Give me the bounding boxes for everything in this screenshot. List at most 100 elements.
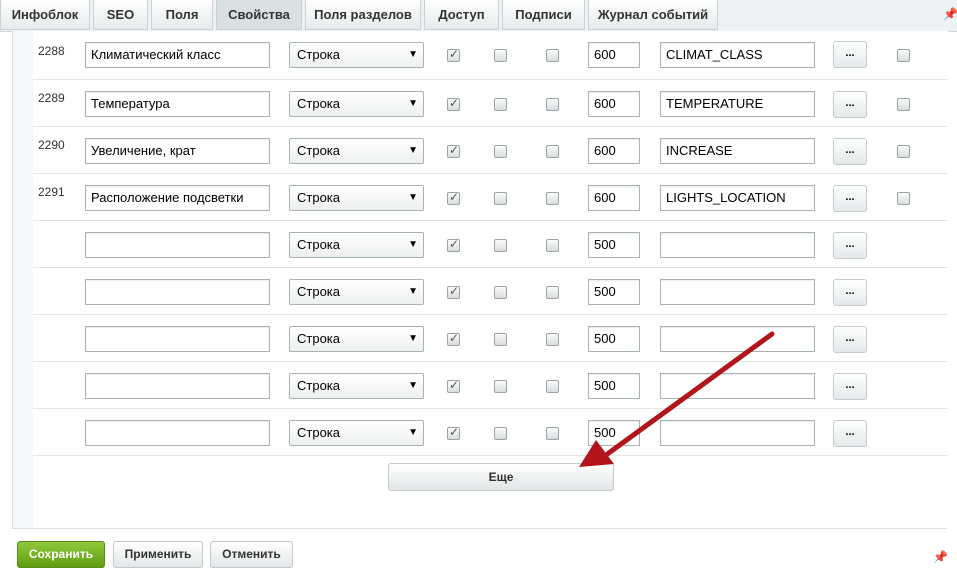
- more-settings-button[interactable]: ...: [833, 232, 867, 259]
- tab-properties[interactable]: Свойства: [216, 0, 302, 30]
- property-name-input[interactable]: [85, 420, 270, 446]
- sort-input[interactable]: 500: [588, 420, 640, 446]
- pin-icon[interactable]: 📌: [933, 550, 948, 564]
- code-input[interactable]: [660, 420, 815, 446]
- delete-checkbox[interactable]: [897, 192, 910, 205]
- dropdown-arrow-icon: ▼: [408, 286, 418, 297]
- multiple-checkbox[interactable]: [494, 49, 507, 62]
- multiple-checkbox[interactable]: [494, 333, 507, 346]
- property-type-select[interactable]: Строка ▼: [289, 185, 424, 211]
- more-settings-button[interactable]: ...: [833, 420, 867, 447]
- multiple-checkbox[interactable]: [494, 427, 507, 440]
- more-settings-button[interactable]: ...: [833, 91, 867, 118]
- more-settings-button[interactable]: ...: [833, 185, 867, 212]
- multiple-checkbox[interactable]: [494, 98, 507, 111]
- multiple-checkbox[interactable]: [494, 192, 507, 205]
- property-name-input[interactable]: Расположение подсветки: [85, 185, 270, 211]
- active-checkbox[interactable]: [447, 378, 460, 393]
- code-input[interactable]: [660, 373, 815, 399]
- dropdown-arrow-icon: ▼: [408, 192, 418, 203]
- required-checkbox[interactable]: [546, 427, 559, 440]
- tab-infoblock[interactable]: Инфоблок: [0, 0, 90, 30]
- property-id: 2290: [38, 138, 65, 152]
- sort-input[interactable]: 600: [588, 138, 640, 164]
- delete-checkbox[interactable]: [897, 98, 910, 111]
- property-type-value: Строка: [297, 284, 341, 299]
- property-name-input[interactable]: Климатический класс: [85, 42, 270, 68]
- property-type-select[interactable]: Строка ▼: [289, 279, 424, 305]
- active-checkbox[interactable]: [447, 96, 460, 111]
- code-input[interactable]: LIGHTS_LOCATION: [660, 185, 815, 211]
- required-checkbox[interactable]: [546, 192, 559, 205]
- tab-event-log[interactable]: Журнал событий: [588, 0, 718, 30]
- active-checkbox[interactable]: [447, 284, 460, 299]
- active-checkbox[interactable]: [447, 47, 460, 62]
- sort-input[interactable]: 600: [588, 91, 640, 117]
- property-id: 2288: [38, 44, 65, 58]
- property-name-input[interactable]: [85, 373, 270, 399]
- multiple-checkbox[interactable]: [494, 239, 507, 252]
- apply-button[interactable]: Применить: [113, 541, 203, 568]
- required-checkbox[interactable]: [546, 333, 559, 346]
- delete-checkbox[interactable]: [897, 49, 910, 62]
- property-name-input[interactable]: [85, 232, 270, 258]
- multiple-checkbox[interactable]: [494, 286, 507, 299]
- code-input[interactable]: [660, 279, 815, 305]
- pin-icon[interactable]: 📌: [943, 7, 957, 21]
- required-checkbox[interactable]: [546, 239, 559, 252]
- sort-input[interactable]: 600: [588, 42, 640, 68]
- tab-section-fields[interactable]: Поля разделов: [305, 0, 421, 30]
- active-checkbox[interactable]: [447, 143, 460, 158]
- delete-checkbox[interactable]: [897, 145, 910, 158]
- required-checkbox[interactable]: [546, 380, 559, 393]
- active-checkbox[interactable]: [447, 237, 460, 252]
- more-settings-button[interactable]: ...: [833, 326, 867, 353]
- property-type-select[interactable]: Строка ▼: [289, 42, 424, 68]
- property-type-value: Строка: [297, 96, 341, 111]
- required-checkbox[interactable]: [546, 98, 559, 111]
- sort-input[interactable]: 600: [588, 185, 640, 211]
- sort-input[interactable]: 500: [588, 373, 640, 399]
- sort-input[interactable]: 500: [588, 279, 640, 305]
- property-name-input[interactable]: [85, 279, 270, 305]
- new-property-row: Строка ▼ 500 ...: [33, 362, 948, 409]
- code-input[interactable]: INCREASE: [660, 138, 815, 164]
- property-name-input[interactable]: Увеличение, крат: [85, 138, 270, 164]
- active-checkbox[interactable]: [447, 190, 460, 205]
- sort-input[interactable]: 500: [588, 326, 640, 352]
- property-type-value: Строка: [297, 425, 341, 440]
- show-more-button[interactable]: Еще: [388, 463, 614, 491]
- multiple-checkbox[interactable]: [494, 145, 507, 158]
- more-settings-button[interactable]: ...: [833, 41, 867, 68]
- active-checkbox[interactable]: [447, 331, 460, 346]
- required-checkbox[interactable]: [546, 286, 559, 299]
- more-settings-button[interactable]: ...: [833, 373, 867, 400]
- multiple-checkbox[interactable]: [494, 380, 507, 393]
- property-type-select[interactable]: Строка ▼: [289, 373, 424, 399]
- dropdown-arrow-icon: ▼: [408, 98, 418, 109]
- tab-captions[interactable]: Подписи: [502, 0, 585, 30]
- active-checkbox[interactable]: [447, 425, 460, 440]
- tab-fields[interactable]: Поля: [151, 0, 213, 30]
- property-name-input[interactable]: Температура: [85, 91, 270, 117]
- save-button[interactable]: Сохранить: [17, 541, 105, 568]
- required-checkbox[interactable]: [546, 145, 559, 158]
- code-input[interactable]: CLIMAT_CLASS: [660, 42, 815, 68]
- cancel-button[interactable]: Отменить: [210, 541, 293, 568]
- property-type-select[interactable]: Строка ▼: [289, 91, 424, 117]
- tab-seo[interactable]: SEO: [93, 0, 148, 30]
- property-name-input[interactable]: [85, 326, 270, 352]
- property-type-select[interactable]: Строка ▼: [289, 326, 424, 352]
- property-type-value: Строка: [297, 47, 341, 62]
- required-checkbox[interactable]: [546, 49, 559, 62]
- property-type-select[interactable]: Строка ▼: [289, 232, 424, 258]
- more-settings-button[interactable]: ...: [833, 279, 867, 306]
- more-settings-button[interactable]: ...: [833, 138, 867, 165]
- property-type-select[interactable]: Строка ▼: [289, 420, 424, 446]
- code-input[interactable]: [660, 232, 815, 258]
- property-type-select[interactable]: Строка ▼: [289, 138, 424, 164]
- sort-input[interactable]: 500: [588, 232, 640, 258]
- code-input[interactable]: TEMPERATURE: [660, 91, 815, 117]
- code-input[interactable]: [660, 326, 815, 352]
- tab-access[interactable]: Доступ: [424, 0, 499, 30]
